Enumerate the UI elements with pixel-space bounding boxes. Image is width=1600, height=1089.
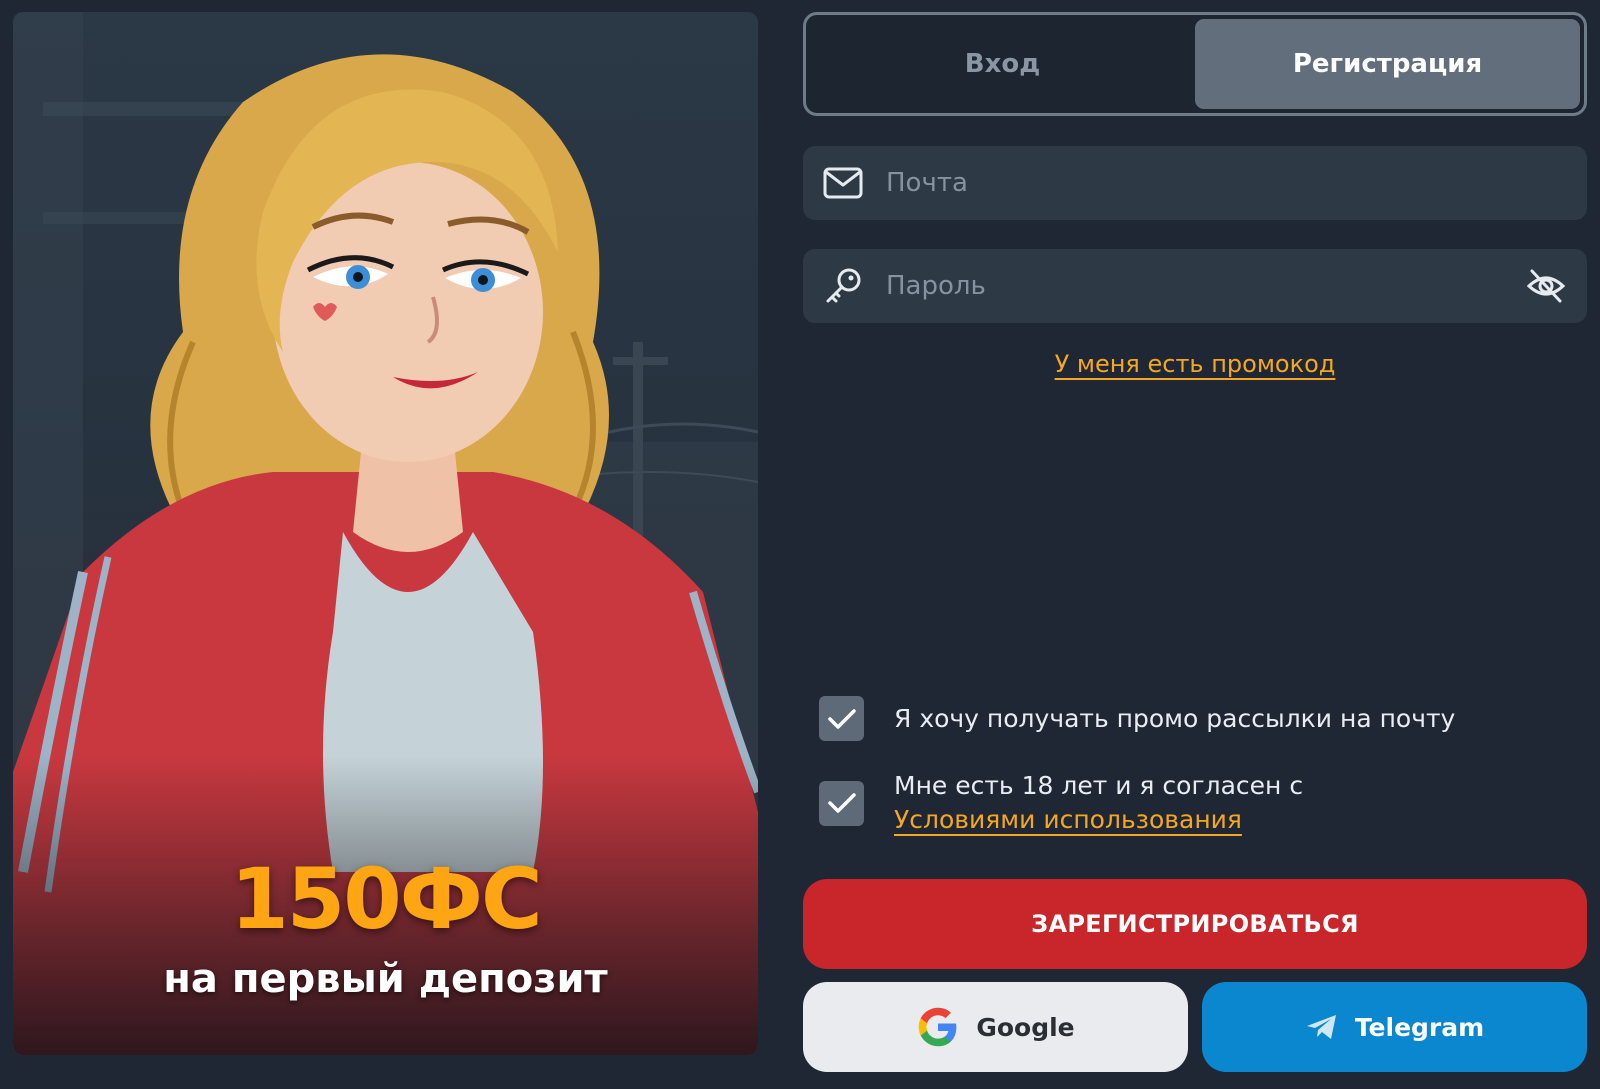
eye-off-icon[interactable] (1523, 263, 1569, 309)
terms-checkbox[interactable] (819, 780, 864, 826)
checkmark-icon (827, 793, 856, 813)
promo-code-link-wrap: У меня есть промокод (803, 350, 1587, 378)
email-input[interactable] (884, 146, 1587, 220)
promo-subtitle: на первый депозит (163, 956, 608, 1002)
telegram-icon (1305, 1012, 1339, 1042)
promo-code-link[interactable]: У меня есть промокод (1055, 350, 1336, 378)
tab-register[interactable]: Регистрация (1195, 19, 1580, 109)
checkmark-icon (827, 708, 856, 729)
google-button-label: Google (976, 1012, 1075, 1042)
terms-label-text: Мне есть 18 лет и я согласен с (894, 771, 1304, 800)
terms-link[interactable]: Условиями использования (894, 805, 1242, 834)
password-input[interactable] (884, 249, 1523, 323)
google-icon (916, 1005, 960, 1049)
tab-login[interactable]: Вход (810, 19, 1195, 109)
auth-form: Вход Регистрация Почта У меня есть промо… (803, 12, 1587, 1072)
auth-tabs: Вход Регистрация (803, 12, 1587, 116)
terms-checkbox-row: Мне есть 18 лет и я согласен с Условиями… (819, 769, 1303, 837)
mail-icon (820, 160, 866, 206)
promo-amount: 150ФС (230, 850, 542, 948)
key-icon (820, 263, 866, 309)
telegram-button-label: Telegram (1354, 1012, 1485, 1042)
terms-label: Мне есть 18 лет и я согласен с Условиями… (894, 769, 1303, 837)
password-field[interactable] (803, 249, 1587, 323)
newsletter-checkbox[interactable] (819, 696, 864, 741)
telegram-login-button[interactable]: Telegram (1202, 982, 1587, 1072)
google-login-button[interactable]: Google (803, 982, 1188, 1072)
newsletter-label: Я хочу получать промо рассылки на почту (894, 703, 1456, 733)
register-button[interactable]: ЗАРЕГИСТРИРОВАТЬСЯ (803, 879, 1587, 969)
promo-banner: 150ФС на первый депозит (13, 12, 758, 1055)
newsletter-checkbox-row: Я хочу получать промо рассылки на почту (819, 696, 1455, 741)
email-field[interactable] (803, 146, 1587, 220)
